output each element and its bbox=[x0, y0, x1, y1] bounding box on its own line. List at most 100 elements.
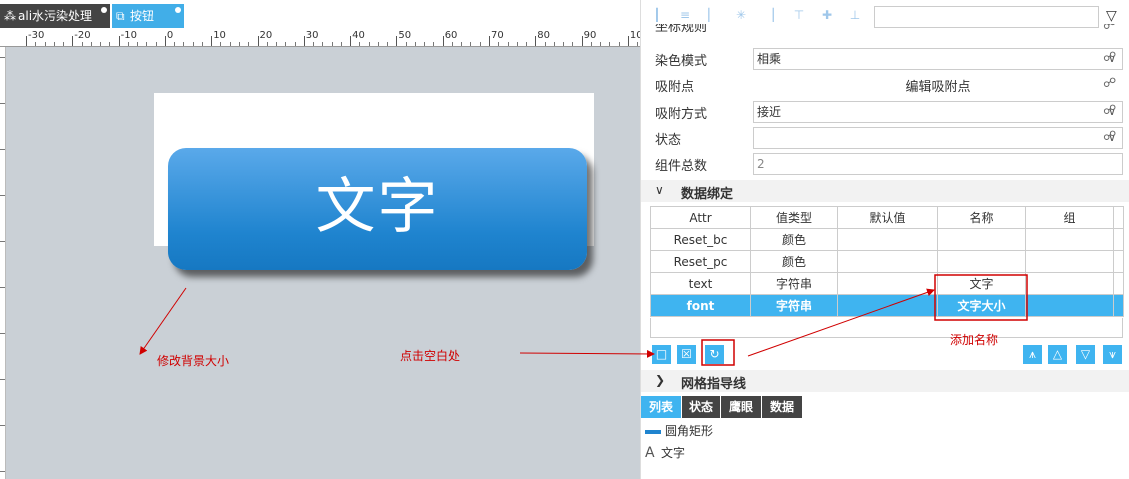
ruler-minor-tick bbox=[526, 42, 528, 46]
table-cell[interactable] bbox=[937, 228, 1026, 251]
table-row[interactable]: font 字符串 文字大小 bbox=[650, 294, 1124, 317]
ruler-minor-tick bbox=[405, 42, 407, 46]
table-cell[interactable]: Reset_bc bbox=[650, 228, 751, 251]
tab-eagle-eye[interactable]: 鹰眼 bbox=[721, 396, 761, 418]
move-bottom-icon[interactable]: ⩛ bbox=[1103, 345, 1122, 364]
table-cell[interactable] bbox=[937, 250, 1026, 273]
table-cell[interactable]: 文字 bbox=[937, 272, 1026, 295]
section-grid-guides[interactable]: ❯ 网格指导线 bbox=[641, 370, 1129, 392]
table-row[interactable]: text 字符串 文字 bbox=[650, 272, 1124, 295]
tab-label: ali水污染处理 bbox=[18, 9, 93, 23]
table-cell[interactable] bbox=[1025, 272, 1114, 295]
move-top-icon[interactable]: ⩚ bbox=[1023, 345, 1042, 364]
align-top-icon[interactable]: ⊤ bbox=[791, 8, 807, 22]
table-cell[interactable]: 字符串 bbox=[750, 272, 838, 295]
section-data-binding[interactable]: ∨ 数据绑定 bbox=[641, 180, 1129, 202]
link-icon[interactable]: ☍ bbox=[1103, 76, 1116, 91]
tab-data[interactable]: 数据 bbox=[762, 396, 802, 418]
prop-label: 坐标规则 bbox=[655, 24, 708, 35]
ruler-major-tick bbox=[535, 36, 537, 46]
link-icon[interactable]: ☍ bbox=[1103, 103, 1116, 118]
align-right-icon[interactable]: ▕ bbox=[761, 8, 777, 22]
table-row[interactable]: Reset_pc 颜色 bbox=[650, 250, 1124, 273]
ruler-minor-tick bbox=[100, 42, 102, 46]
list-item[interactable]: 圆角矩形 bbox=[645, 422, 713, 439]
link-icon[interactable]: ☍ bbox=[1103, 50, 1116, 65]
link-icon[interactable]: ☍ bbox=[1103, 24, 1116, 33]
vruler-tick bbox=[0, 379, 5, 380]
link-shapes-icon: ⧉ bbox=[116, 9, 125, 23]
list-item[interactable]: A 文字 bbox=[645, 444, 685, 461]
table-cell[interactable]: 文字大小 bbox=[937, 294, 1026, 317]
ruler-tick-label: -20 bbox=[74, 30, 91, 41]
table-row[interactable]: Reset_bc 颜色 bbox=[650, 228, 1124, 251]
table-cell[interactable]: 字符串 bbox=[750, 294, 838, 317]
blend-mode-select[interactable]: 相乘 ∨ bbox=[753, 48, 1123, 70]
prop-row-snap-method: 吸附方式 接近 ∨ ☍ bbox=[641, 99, 1129, 125]
ruler-minor-tick bbox=[377, 42, 379, 46]
align-center-icon[interactable]: ✳ bbox=[733, 8, 749, 22]
ruler-minor-tick bbox=[461, 42, 463, 46]
align-left-edges-icon[interactable]: ┃ bbox=[649, 8, 665, 22]
table-cell[interactable]: Reset_pc bbox=[650, 250, 751, 273]
component-icon: ⁂ bbox=[4, 9, 16, 23]
tab-button[interactable]: ⧉ 按钮 bbox=[112, 4, 184, 28]
align-bottom-icon[interactable]: ⊥ bbox=[847, 8, 863, 22]
ruler-tick-label: 20 bbox=[259, 30, 273, 41]
edit-snap-point-button[interactable]: 编辑吸附点 bbox=[753, 76, 1123, 95]
snap-method-select[interactable]: 接近 ∨ bbox=[753, 101, 1123, 123]
ruler-major-tick bbox=[164, 36, 166, 46]
link-icon[interactable]: ☍ bbox=[1103, 129, 1116, 144]
prop-label: 染色模式 bbox=[655, 54, 708, 69]
table-empty-area[interactable] bbox=[650, 318, 1123, 338]
state-select[interactable]: ∨ bbox=[753, 127, 1123, 149]
chevron-down-icon: ∨ bbox=[655, 183, 664, 197]
table-cell[interactable]: 颜色 bbox=[750, 250, 838, 273]
column-header[interactable]: Attr bbox=[650, 206, 751, 229]
filter-icon[interactable]: ▽ bbox=[1106, 6, 1124, 26]
table-cell[interactable] bbox=[837, 250, 938, 273]
column-header[interactable]: 组 bbox=[1025, 206, 1114, 229]
button-text[interactable]: 文字 bbox=[168, 148, 587, 270]
column-header[interactable]: 值类型 bbox=[750, 206, 838, 229]
table-cell[interactable] bbox=[1025, 228, 1114, 251]
ruler-minor-tick bbox=[183, 42, 185, 46]
ruler-minor-tick bbox=[609, 42, 611, 46]
add-row-icon[interactable]: □ bbox=[652, 345, 671, 364]
ruler-minor-tick bbox=[600, 42, 602, 46]
table-cell[interactable] bbox=[837, 272, 938, 295]
ruler-minor-tick bbox=[127, 42, 129, 46]
column-header[interactable]: 默认值 bbox=[837, 206, 938, 229]
ruler-minor-tick bbox=[544, 42, 546, 46]
move-down-icon[interactable]: ▽ bbox=[1076, 345, 1095, 364]
refresh-icon[interactable]: ↻ bbox=[705, 345, 724, 364]
table-cell[interactable] bbox=[1025, 294, 1114, 317]
ruler-minor-tick bbox=[516, 42, 518, 46]
vruler-tick bbox=[0, 471, 5, 472]
table-cell[interactable] bbox=[1025, 250, 1114, 273]
align-middle-icon[interactable]: ✚ bbox=[819, 8, 835, 22]
align-left-icon[interactable]: ▏ bbox=[705, 8, 721, 22]
prop-label: 组件总数 bbox=[655, 159, 708, 174]
table-cell[interactable]: text bbox=[650, 272, 751, 295]
ruler-minor-tick bbox=[387, 42, 389, 46]
ruler-minor-tick bbox=[192, 42, 194, 46]
table-cell[interactable] bbox=[837, 228, 938, 251]
ruler-minor-tick bbox=[553, 42, 555, 46]
ruler-minor-tick bbox=[331, 42, 333, 46]
table-cell[interactable]: 颜色 bbox=[750, 228, 838, 251]
align-h-center-icon[interactable]: ≡ bbox=[677, 8, 693, 22]
ruler-tick-label: 0 bbox=[166, 30, 174, 41]
table-cell[interactable] bbox=[837, 294, 938, 317]
tab-list[interactable]: 列表 bbox=[641, 396, 681, 418]
tab-ali-water[interactable]: ⁂ ali水污染处理 bbox=[0, 4, 110, 28]
delete-icon[interactable]: ☒ bbox=[677, 345, 696, 364]
table-cell[interactable]: font bbox=[650, 294, 751, 317]
ruler-major-tick bbox=[442, 36, 444, 46]
move-up-icon[interactable]: △ bbox=[1048, 345, 1067, 364]
tab-state[interactable]: 状态 bbox=[682, 396, 720, 418]
column-header[interactable]: 名称 bbox=[937, 206, 1026, 229]
ruler-major-tick bbox=[489, 36, 490, 46]
horizontal-ruler: -30 -20 -10 0 10 20 30 40 50 60 70 80 90 10 bbox=[0, 29, 666, 47]
ruler-major-tick bbox=[257, 36, 259, 46]
